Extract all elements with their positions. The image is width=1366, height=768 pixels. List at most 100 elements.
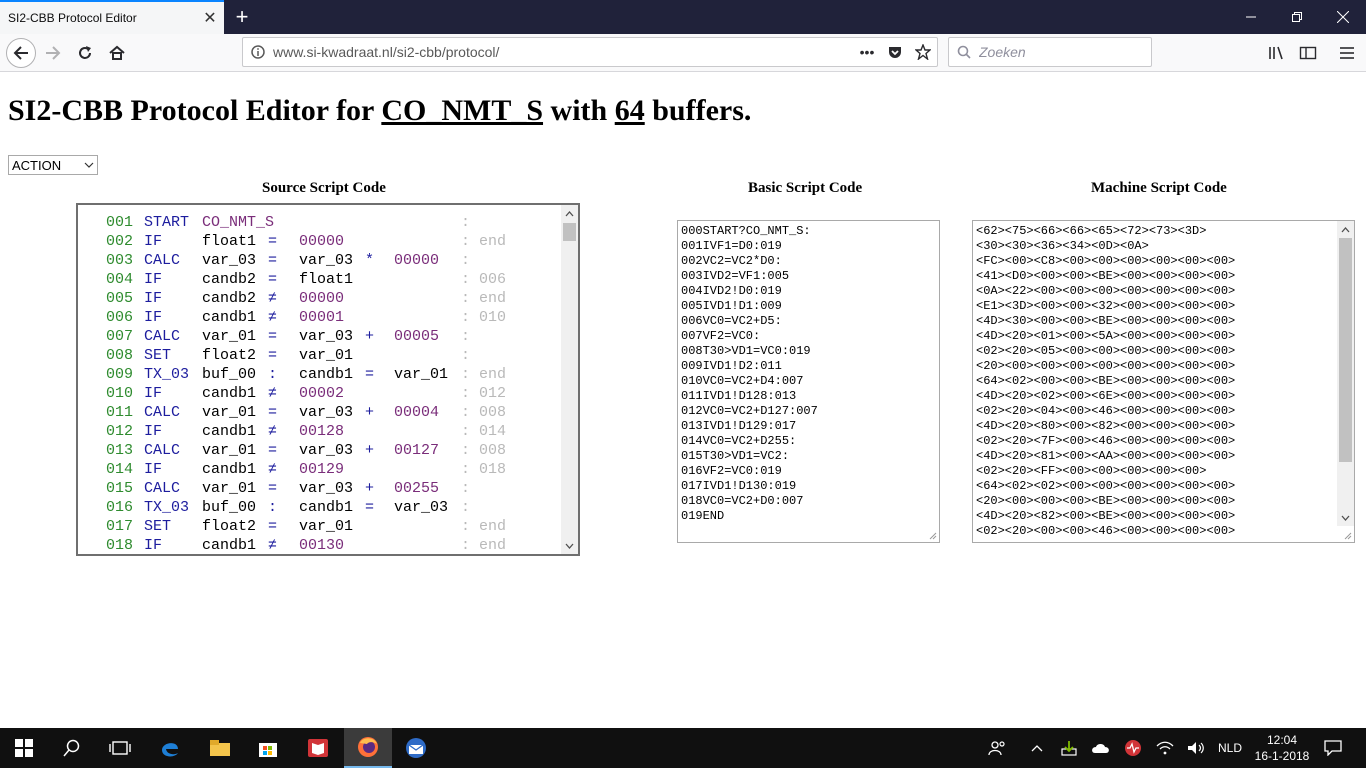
line-operator: = [268,442,278,459]
action-select-value: ACTION [12,157,62,173]
thunderbird-icon[interactable] [392,728,440,768]
line-jump-target: : [461,347,471,364]
volume-icon[interactable] [1184,728,1208,768]
close-window-icon[interactable] [1320,0,1366,34]
clock[interactable]: 12:04 16-1-2018 [1252,732,1312,764]
line-jump-target: : 012 [461,385,507,402]
line-operand: var_03 [299,252,354,269]
line-operator: : [268,499,278,516]
line-number: 006 [106,309,134,326]
language-indicator[interactable]: NLD [1212,728,1248,768]
scroll-down-icon[interactable] [561,537,578,554]
code-line: <62><75><66><66><65><72><73><3D> [976,224,1207,238]
line-operand: var_03 [202,252,257,269]
library-icon[interactable] [1264,40,1290,66]
line-operand: var_01 [394,366,449,383]
people-icon[interactable] [984,728,1010,768]
sidebar-icon[interactable] [1295,40,1321,66]
line-operator: = [268,518,278,535]
basic-code-textarea[interactable]: 000START?CO_NMT_S: 001IVF1=D0:019 002VC2=V… [677,220,940,543]
line-keyword: IF [144,461,163,478]
restore-icon[interactable] [1274,0,1320,34]
scroll-thumb[interactable] [563,223,576,241]
source-line: 009 TX_03 buf_00: candb1 = var_01: end [78,365,562,384]
download-tray-icon[interactable] [1058,728,1080,768]
edge-icon[interactable] [146,728,194,768]
scroll-up-icon[interactable] [561,205,578,222]
wifi-icon[interactable] [1154,728,1176,768]
resize-grip-icon[interactable] [1342,530,1352,540]
home-button[interactable] [102,38,132,68]
page-actions-icon[interactable]: ••• [853,38,881,66]
antivirus-icon[interactable] [1122,728,1144,768]
search-bar[interactable] [948,37,1152,67]
firefox-icon[interactable] [344,728,392,768]
source-line: 006 IF candb1 ≠ 00001: 010 [78,308,562,327]
machine-code-textarea[interactable]: <62><75><66><66><65><72><73><3D> <30><30>… [972,220,1355,543]
code-line: 008T30>VD1=VC0:019 [681,344,811,358]
source-line: 012 IF candb1 ≠ 00128: 014 [78,422,562,441]
store-icon[interactable] [244,728,292,768]
resize-grip-icon[interactable] [927,530,937,540]
action-select[interactable]: ACTION [8,155,98,175]
address-bar[interactable]: www.si-kwadraat.nl/si2-cbb/protocol/ ••• [242,37,938,67]
line-operand: 00255 [394,480,440,497]
line-operand: var_01 [299,347,354,364]
machine-scrollbar[interactable] [1337,221,1354,526]
line-keyword: IF [144,233,163,250]
line-operand: 00130 [299,537,345,554]
line-operand: float2 [202,347,257,364]
task-view-icon[interactable] [96,728,144,768]
line-operator: + [365,404,375,421]
bookmark-star-icon[interactable] [909,38,937,66]
onedrive-icon[interactable] [1089,728,1113,768]
search-input[interactable] [979,44,1139,60]
new-tab-icon[interactable]: + [228,3,256,31]
file-explorer-icon[interactable] [196,728,244,768]
code-line: 013IVD1!D129:017 [681,419,797,433]
notification-icon[interactable] [1318,728,1348,768]
line-number: 010 [106,385,134,402]
page-title: SI2-CBB Protocol Editor for CO_NMT_S wit… [8,94,751,128]
back-button[interactable] [6,38,36,68]
line-operand: 00000 [299,233,345,250]
machine-heading: Machine Script Code [1091,180,1227,196]
code-line: <4D><20><81><00><AA><00><00><00><00> [976,449,1236,463]
scroll-up-icon[interactable] [1337,221,1354,238]
chevron-down-icon [81,162,97,168]
code-line: <FC><00><C8><00><00><00><00><00><00> [976,254,1236,268]
menu-icon[interactable] [1334,40,1360,66]
scroll-thumb[interactable] [1339,238,1352,462]
scroll-down-icon[interactable] [1337,509,1354,526]
line-jump-target: : end [461,290,507,307]
start-button[interactable] [0,728,48,768]
line-operator: = [268,252,278,269]
url-text[interactable]: www.si-kwadraat.nl/si2-cbb/protocol/ [273,44,853,60]
line-operand: 00128 [299,423,345,440]
line-keyword: SET [144,347,172,364]
tray-chevron-up-icon[interactable] [1026,728,1048,768]
line-operator: = [268,404,278,421]
minimize-icon[interactable] [1228,0,1274,34]
pocket-icon[interactable] [881,38,909,66]
machine-lines: <62><75><66><66><65><72><73><3D> <30><30>… [976,224,1235,539]
forward-button[interactable] [38,38,68,68]
tab-active[interactable]: SI2-CBB Protocol Editor ✕ [0,0,224,34]
site-info-icon[interactable] [243,45,273,59]
reload-button[interactable] [70,38,100,68]
source-scrollbar[interactable] [561,205,578,554]
reader-app-icon[interactable] [294,728,342,768]
search-taskbar-icon[interactable] [48,728,96,768]
tab-close-icon[interactable]: ✕ [196,4,224,32]
source-line: 014 IF candb1 ≠ 00129: 018 [78,460,562,479]
line-jump-target: : [461,480,471,497]
code-line: <02><20><04><00><46><00><00><00><00> [976,404,1236,418]
source-line: 001 START CO_NMT_S: [78,213,562,232]
source-line: 010 IF candb1 ≠ 00002: 012 [78,384,562,403]
line-jump-target: : 018 [461,461,507,478]
source-code-editor[interactable]: 001 START CO_NMT_S:002 IF float1 = 00000: end 0… [76,203,580,556]
reload-icon [79,46,91,59]
source-line: 007 CALC var_01 = var_03 +00005: [78,327,562,346]
code-line: <41><D0><00><00><BE><00><00><00><00> [976,269,1236,283]
line-operator: + [365,480,375,497]
